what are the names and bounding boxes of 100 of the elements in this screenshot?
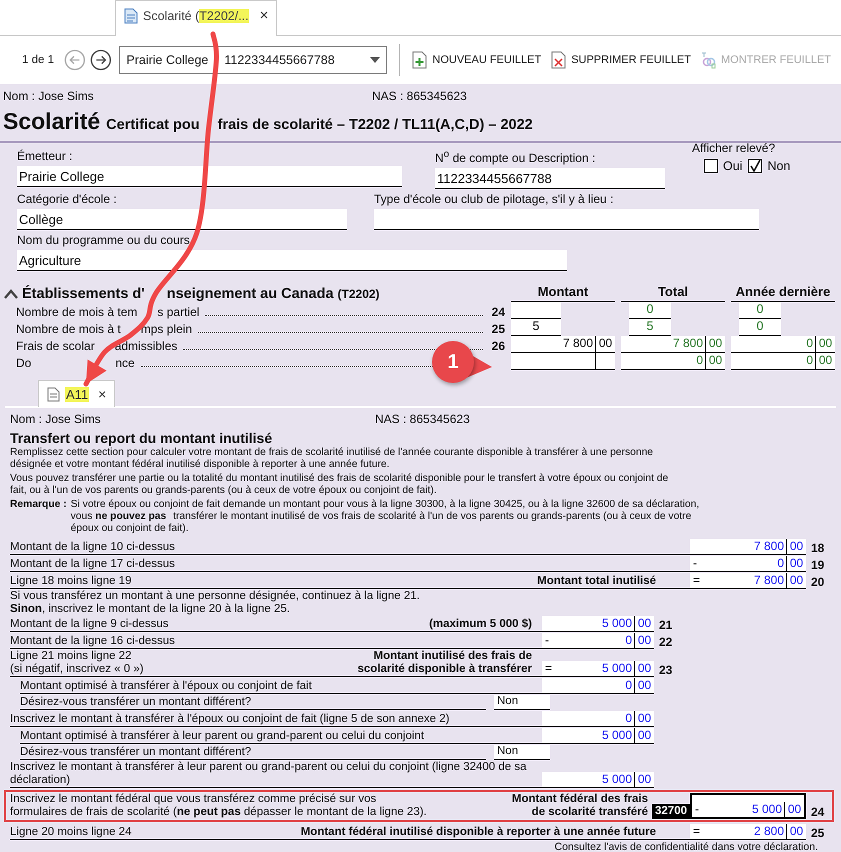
remark-label: Remarque : — [10, 499, 67, 512]
field-label: Afficher relevé? — [692, 141, 776, 155]
link-icon — [701, 51, 716, 69]
amount-field[interactable]: = 7 800 00 — [690, 573, 806, 589]
row-label: Montant optimisé à transférer à leur parent ou grand-parent ou celui du conjoint — [20, 730, 424, 743]
form-title: Scolarité — [3, 108, 100, 135]
row-label: Ligne 21 moins ligne 22 (si négatif, inscrivez « 0 ») — [10, 650, 144, 676]
amount-field[interactable]: - 5 000 00 — [690, 793, 806, 819]
row-label: admissibles — [114, 339, 178, 353]
slip-dropdown[interactable]: Prairie College 1122334455667788 — [119, 46, 388, 74]
amount-label: Montant fédéral des frais de scolarité transféré — [512, 793, 648, 819]
amount-label: Montant total inutilisé — [537, 575, 656, 588]
line-number: 24 — [490, 305, 505, 319]
sin-number: NAS : 865345623 — [375, 412, 470, 426]
row-label: s partiel — [157, 305, 200, 319]
row-label: Montant de la ligne 16 ci-dessus — [10, 635, 175, 648]
amount-field[interactable]: - 0 00 — [542, 633, 654, 649]
instruction-text: Sinon, inscrivez le montant de la ligne 20 à la ligne 25. — [10, 603, 291, 616]
row-label: Do — [16, 356, 32, 370]
answer-field[interactable]: Non — [494, 745, 550, 760]
row-label: mps plein — [140, 322, 192, 336]
row-label: Nombre de mois à t — [16, 322, 121, 336]
field-label: N$^{o}$ de compte ou Description : — [435, 149, 596, 165]
question-label: Désirez-vous transférer un montant différent? — [20, 695, 486, 710]
remark-text: Si votre époux ou conjoint de fait demande un montant pour vous à la ligne 30300, à la ligne 30425, ou à la ligne 32600 de sa déclaration, vous ne pouvez pas transférer le montant inutilisé de vos frais de scolarité à l'un de vos parents ou grands-parents (ou à ceux de votre époux ou conjoint de fait). — [70, 499, 700, 535]
section-title: Établissements d' — [22, 286, 145, 302]
option-label: Non — [767, 159, 790, 173]
page-counter: 1 de 1 — [22, 54, 54, 66]
caret-icon — [370, 57, 380, 63]
row-label: Inscrivez le montant fédéral que vous transférez comme précisé sur vos formulaires de frais de scolarité (ne peut pas dépasser le montant de la ligne 23). — [10, 793, 428, 819]
section-title: Transfert ou report du montant inutilisé — [10, 430, 274, 446]
amount-label: Montant fédéral inutilisé disponible à reporter à une année future — [300, 826, 656, 839]
amount-field[interactable]: - 0 00 — [690, 556, 806, 572]
line-number: 25 — [810, 827, 826, 840]
field-label: Type d'école ou club de pilotage, s'il y à lieu : — [374, 192, 614, 206]
text-field[interactable]: Agriculture — [17, 250, 567, 271]
text-field[interactable] — [374, 209, 759, 230]
toolbar-button[interactable]: NOUVEAU FEUILLET — [412, 51, 542, 69]
close-button[interactable]: × — [260, 7, 268, 24]
count-field[interactable]: 5 — [629, 319, 671, 336]
amount-field[interactable]: 7 800 00 — [511, 336, 615, 353]
document-tab[interactable]: A11 × — [38, 380, 116, 407]
field-label: Catégorie d'école : — [17, 192, 117, 206]
field-label: Nom du programme ou du cours — [17, 233, 190, 247]
line-number: 24 — [810, 806, 826, 819]
instruction-text: Remplissez cette section pour calculer votre montant de frais de scolarité inutilisé de l'année courante disponible à transférer à une personne désignée et votre montant fédéral inutilisé disponible à reporter à une année future. — [10, 447, 654, 471]
close-button[interactable]: × — [98, 386, 106, 402]
document-icon — [47, 386, 60, 402]
row-label: Montant de la ligne 17 ci-dessus — [10, 558, 175, 571]
line-number: 21 — [658, 619, 674, 632]
amount-field[interactable]: = 5 000 00 — [542, 661, 654, 677]
add-sheet-icon — [412, 51, 428, 69]
row-label: Inscrivez le montant à transférer à l'époux ou conjoint de fait (ligne 5 de son annexe 2) — [10, 713, 450, 726]
count-field[interactable]: 0 — [739, 302, 781, 319]
count-field[interactable]: 5 — [511, 319, 561, 336]
amount-field[interactable]: 5 000 00 — [542, 728, 654, 744]
amount-field[interactable]: 0 00 — [621, 353, 725, 370]
sin-number: NAS : 865345623 — [372, 89, 467, 103]
line-number: 22 — [658, 636, 674, 649]
form-code: (T2202) — [338, 287, 380, 301]
row-label: Ligne 20 moins ligne 24 — [10, 826, 132, 839]
line-number: 23 — [658, 664, 674, 677]
amount-field[interactable]: 7 800 00 — [621, 336, 725, 353]
amount-field[interactable]: = 2 800 00 — [690, 824, 806, 840]
line-number: 18 — [810, 542, 826, 555]
amount-label: Montant inutilisé des frais de scolarité disponible à transférer — [358, 650, 532, 676]
row-label: Frais de scolar — [16, 339, 95, 353]
amount-field[interactable] — [511, 353, 615, 370]
line-code: 32700 — [652, 804, 690, 819]
amount-field[interactable]: 7 800 00 — [690, 539, 806, 555]
count-field[interactable]: 0 — [629, 302, 671, 319]
field-label: Émetteur : — [17, 149, 72, 163]
amount-field[interactable]: 0 00 — [542, 678, 654, 694]
delete-sheet-icon — [551, 51, 566, 69]
form-subtitle: frais de scolarité – T2202 / TL11(A,C,D) – 2022 — [218, 117, 533, 133]
row-label: Montant de la ligne 9 ci-dessus — [10, 618, 169, 631]
line-number: 25 — [490, 322, 505, 336]
text-field[interactable]: Prairie College — [17, 166, 402, 187]
row-label: nce — [115, 356, 135, 370]
question-label: Désirez-vous transférer un montant différent? — [20, 745, 486, 760]
instruction-text: Si vous transférez un montant à une personne désignée, continuez à la ligne 21. — [10, 590, 421, 603]
toolbar-button[interactable]: SUPPRIMER FEUILLET — [551, 51, 691, 69]
line-number: 19 — [810, 559, 826, 572]
amount-field[interactable]: 0 00 — [542, 711, 654, 727]
count-field[interactable] — [511, 302, 561, 319]
document-tab[interactable]: Scolarité (T2202/... × — [115, 0, 278, 36]
text-field[interactable]: 1122334455667788 — [435, 168, 665, 189]
text-field[interactable]: Collège — [17, 209, 347, 230]
answer-field[interactable]: Non — [494, 695, 550, 710]
next-button[interactable] — [90, 48, 112, 72]
count-field[interactable]: 0 — [739, 319, 781, 336]
amount-field[interactable]: 0 00 — [731, 353, 835, 370]
privacy-note: Consultez l'avis de confidentialité dans votre déclaration. — [554, 841, 819, 852]
amount-field[interactable]: 0 00 — [731, 336, 835, 353]
amount-field[interactable]: 5 000 00 — [542, 616, 654, 632]
line-number: 20 — [810, 576, 826, 589]
amount-label: (maximum 5 000 $) — [429, 618, 532, 631]
taxpayer-name: Nom : Jose Sims — [10, 412, 102, 426]
amount-field[interactable]: 5 000 00 — [542, 772, 654, 788]
section-title: nseignement au Canada — [166, 286, 334, 302]
